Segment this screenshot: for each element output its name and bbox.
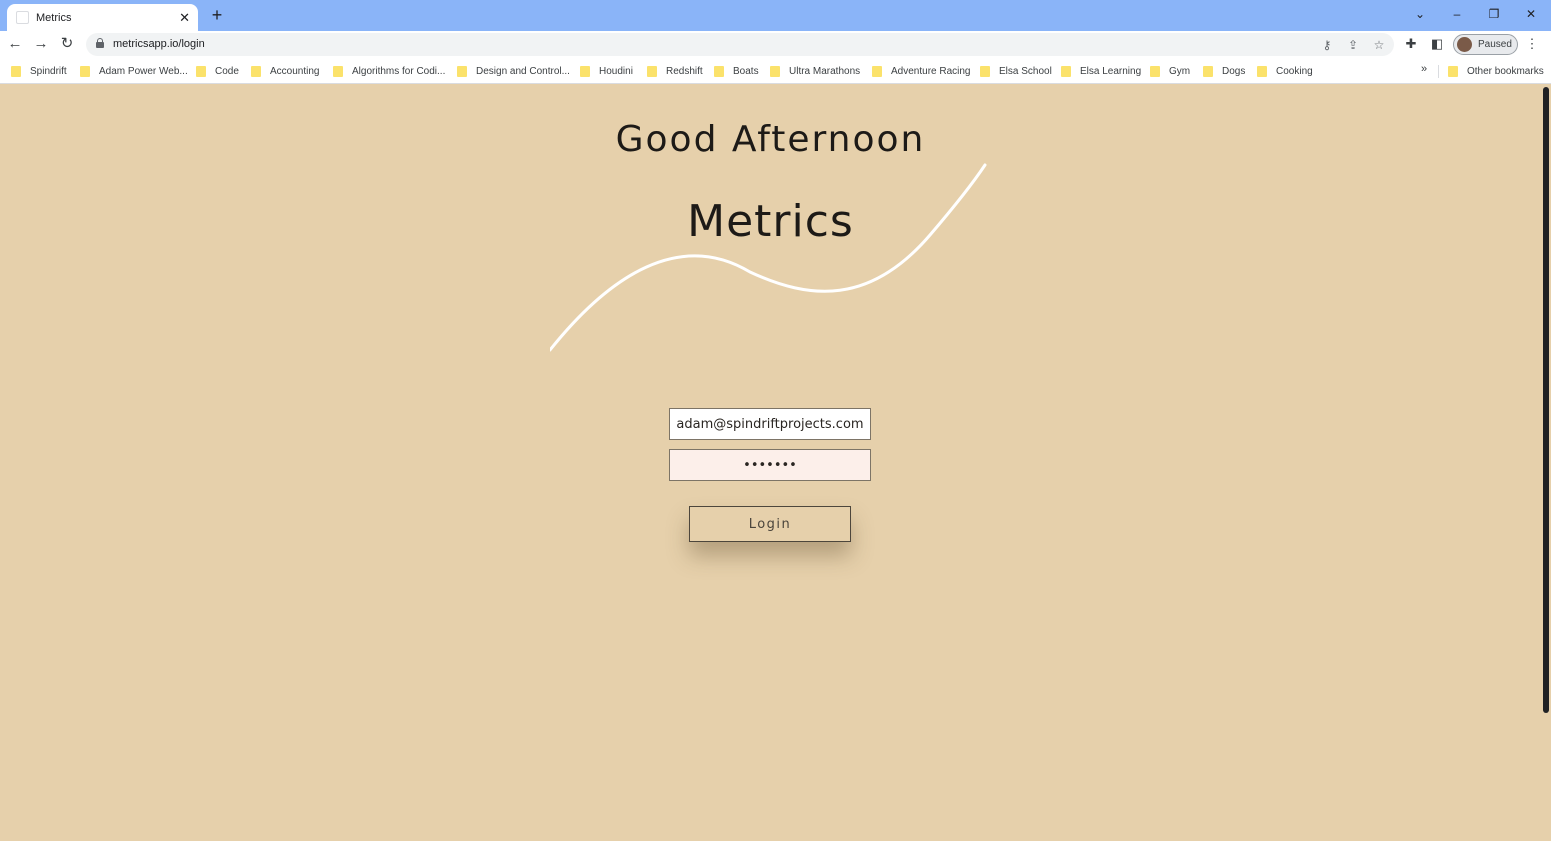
new-tab-button[interactable]: + <box>207 5 227 25</box>
greeting-heading: Good Afternoon <box>615 119 926 160</box>
minimize-icon[interactable]: – <box>1445 4 1469 24</box>
bookmark-item[interactable]: Design and Control... <box>457 63 570 79</box>
tab-strip: Metrics ✕ + ⌄ – ❐ ✕ <box>0 0 1551 31</box>
url-text[interactable]: metricsapp.io/login <box>113 38 205 50</box>
folder-icon <box>980 65 990 77</box>
restore-icon[interactable]: ❐ <box>1482 4 1506 24</box>
folder-icon <box>714 65 724 77</box>
lock-icon[interactable] <box>96 38 104 48</box>
bookmarks-overflow-button[interactable]: » <box>1421 63 1427 75</box>
folder-icon <box>647 65 657 77</box>
star-icon[interactable]: ☆ <box>1369 35 1389 55</box>
tab-search-icon[interactable]: ⌄ <box>1408 4 1432 24</box>
email-field[interactable] <box>669 408 871 440</box>
avatar <box>1457 37 1472 52</box>
tab-title: Metrics <box>36 11 72 24</box>
folder-icon <box>1203 65 1213 77</box>
password-field[interactable] <box>669 449 871 481</box>
folder-icon <box>457 65 467 77</box>
menu-icon[interactable]: ⋮ <box>1522 34 1542 54</box>
app-title: Metrics <box>687 196 854 247</box>
window-close-icon[interactable]: ✕ <box>1519 4 1543 24</box>
key-icon[interactable]: ⚷ <box>1317 35 1337 55</box>
folder-icon <box>770 65 780 77</box>
login-button[interactable]: Login <box>689 506 851 542</box>
side-panel-icon[interactable]: ◧ <box>1427 34 1447 54</box>
bookmark-item[interactable]: Spindrift <box>11 63 67 79</box>
folder-icon <box>11 65 21 77</box>
forward-icon[interactable]: → <box>31 34 51 54</box>
folder-icon <box>580 65 590 77</box>
bookmark-item[interactable]: Ultra Marathons <box>770 63 860 79</box>
bookmark-item[interactable]: Algorithms for Codi... <box>333 63 445 79</box>
bookmark-item[interactable]: Gym <box>1150 63 1190 79</box>
folder-icon <box>80 65 90 77</box>
tab-metrics[interactable]: Metrics ✕ <box>7 4 198 31</box>
bookmarks-divider <box>1438 65 1439 78</box>
bookmark-item[interactable]: Cooking <box>1257 63 1313 79</box>
bookmark-item[interactable]: Boats <box>714 63 759 79</box>
bookmarks-bar: Spindrift Adam Power Web... Code Account… <box>0 58 1551 84</box>
back-icon[interactable]: ← <box>5 34 25 54</box>
other-bookmarks[interactable]: Other bookmarks <box>1448 63 1544 79</box>
folder-icon <box>1448 65 1458 77</box>
bookmark-item[interactable]: Adventure Racing <box>872 63 971 79</box>
folder-icon <box>1150 65 1160 77</box>
bookmark-item[interactable]: Redshift <box>647 63 703 79</box>
close-icon[interactable]: ✕ <box>179 10 190 26</box>
folder-icon <box>196 65 206 77</box>
folder-icon <box>333 65 343 77</box>
bookmark-item[interactable]: Code <box>196 63 239 79</box>
address-bar[interactable]: metricsapp.io/login ⚷ ⇪ ☆ <box>86 33 1394 56</box>
profile-button[interactable]: Paused <box>1453 34 1518 55</box>
folder-icon <box>1061 65 1071 77</box>
page-favicon-icon <box>16 11 29 24</box>
folder-icon <box>251 65 261 77</box>
bookmark-item[interactable]: Houdini <box>580 63 633 79</box>
bookmark-item[interactable]: Adam Power Web... <box>80 63 188 79</box>
profile-status: Paused <box>1478 39 1512 50</box>
folder-icon <box>1257 65 1267 77</box>
bookmark-item[interactable]: Accounting <box>251 63 319 79</box>
reload-icon[interactable]: ↻ <box>57 34 77 54</box>
bookmark-item[interactable]: Elsa School <box>980 63 1052 79</box>
page-scrollbar[interactable] <box>1541 85 1551 841</box>
extensions-icon[interactable]: ✚ <box>1401 34 1421 54</box>
share-icon[interactable]: ⇪ <box>1343 35 1363 55</box>
scrollbar-thumb[interactable] <box>1543 87 1549 713</box>
bookmark-item[interactable]: Elsa Learning <box>1061 63 1141 79</box>
bookmark-item[interactable]: Dogs <box>1203 63 1245 79</box>
login-page: Good Afternoon Metrics Login <box>0 85 1541 841</box>
browser-toolbar: ← → ↻ metricsapp.io/login ⚷ ⇪ ☆ ✚ ◧ Paus… <box>0 31 1551 58</box>
folder-icon <box>872 65 882 77</box>
